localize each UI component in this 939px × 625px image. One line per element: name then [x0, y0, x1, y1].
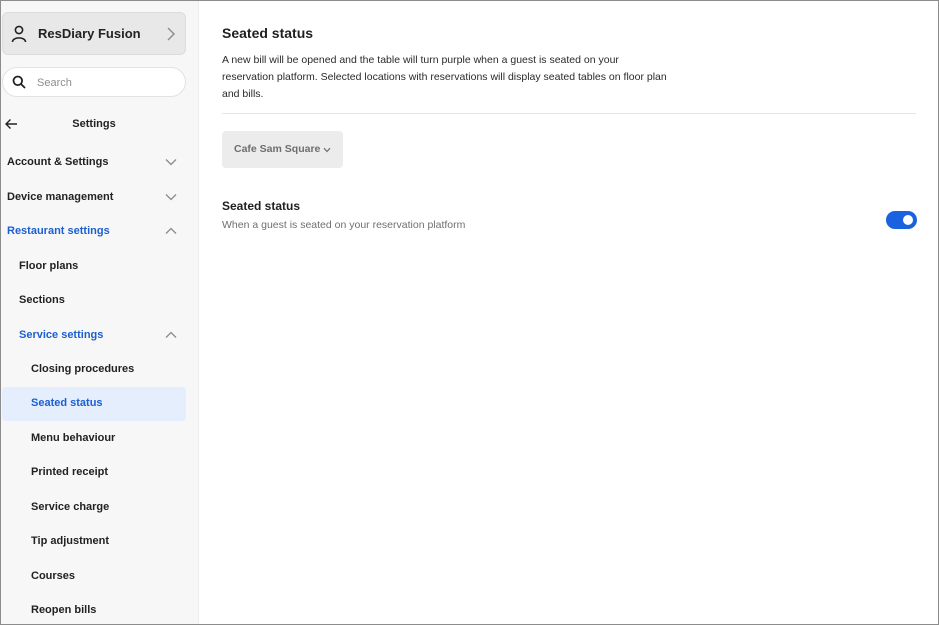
chevron-up-icon — [165, 227, 177, 234]
page-title: Seated status — [222, 25, 314, 41]
sidebar-item-label: Reopen bills — [31, 604, 97, 616]
account-name: ResDiary Fusion — [38, 26, 141, 41]
location-dropdown-label: Cafe Sam Square — [234, 143, 321, 155]
sidebar-item-service-settings[interactable]: Service settings — [2, 319, 186, 353]
sidebar-item-menu-behaviour[interactable]: Menu behaviour — [2, 422, 186, 456]
settings-header: Settings — [1, 113, 187, 135]
chevron-down-icon — [323, 147, 331, 153]
sidebar-item-reopen-bills[interactable]: Reopen bills — [2, 594, 186, 624]
sidebar-item-label: Sections — [19, 294, 65, 306]
search-box — [2, 67, 186, 97]
location-dropdown[interactable]: Cafe Sam Square — [222, 131, 343, 168]
sidebar-item-service-charge[interactable]: Service charge — [2, 491, 186, 525]
setting-subtitle: When a guest is seated on your reservati… — [222, 219, 466, 231]
main-content: Seated status A new bill will be opened … — [200, 1, 938, 624]
sidebar-item-floor-plans[interactable]: Floor plans — [2, 250, 186, 284]
sidebar-item-courses[interactable]: Courses — [2, 560, 186, 594]
sidebar-item-label: Service settings — [19, 329, 104, 341]
page-description: A new bill will be opened and the table … — [222, 54, 667, 100]
sidebar-item-label: Seated status — [31, 397, 103, 409]
sidebar-item-device-management[interactable]: Device management — [2, 181, 186, 215]
sidebar-item-tip-adjustment[interactable]: Tip adjustment — [2, 525, 186, 559]
sidebar-item-account-settings[interactable]: Account & Settings — [2, 146, 186, 180]
app-window: ResDiary Fusion Settings Account & Setti… — [0, 0, 939, 625]
chevron-right-icon — [167, 27, 175, 41]
person-icon — [11, 25, 27, 43]
sidebar-item-label: Restaurant settings — [7, 225, 110, 237]
account-switcher-button[interactable]: ResDiary Fusion — [2, 12, 186, 55]
sidebar-item-closing-procedures[interactable]: Closing procedures — [2, 353, 186, 387]
chevron-up-icon — [165, 331, 177, 338]
sidebar-item-label: Account & Settings — [7, 156, 109, 168]
sidebar-item-restaurant-settings[interactable]: Restaurant settings — [2, 215, 186, 249]
sidebar-item-sections[interactable]: Sections — [2, 284, 186, 318]
toggle-knob — [903, 215, 913, 225]
sidebar-item-label: Service charge — [31, 501, 110, 513]
sidebar-item-label: Printed receipt — [31, 466, 109, 478]
chevron-down-icon — [165, 194, 177, 201]
sidebar-item-label: Courses — [31, 570, 76, 582]
sidebar-item-label: Floor plans — [19, 260, 79, 272]
search-input[interactable] — [37, 74, 177, 91]
sidebar-item-label: Tip adjustment — [31, 535, 110, 547]
sidebar-item-printed-receipt[interactable]: Printed receipt — [2, 456, 186, 490]
sidebar: ResDiary Fusion Settings Account & Setti… — [1, 1, 199, 624]
sidebar-item-seated-status[interactable]: Seated status — [2, 387, 186, 421]
sidebar-item-label: Device management — [7, 191, 114, 203]
setting-title: Seated status — [222, 199, 301, 213]
settings-title: Settings — [72, 118, 116, 130]
search-icon — [12, 75, 26, 89]
seated-status-toggle[interactable] — [886, 211, 917, 229]
divider — [222, 113, 916, 114]
chevron-down-icon — [165, 159, 177, 166]
sidebar-item-label: Menu behaviour — [31, 432, 116, 444]
sidebar-item-label: Closing procedures — [31, 363, 135, 375]
